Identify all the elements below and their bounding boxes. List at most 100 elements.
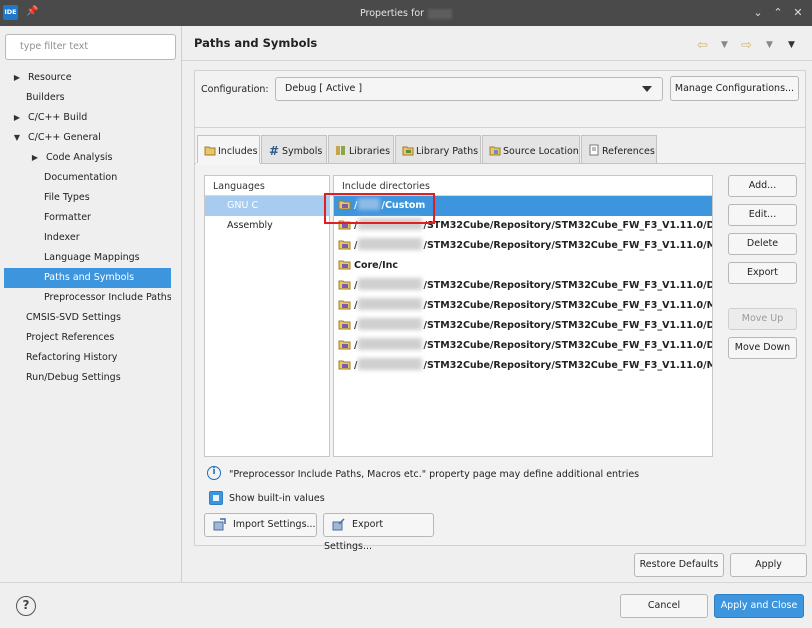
cancel-button[interactable]: Cancel — [620, 594, 708, 618]
help-icon[interactable]: ? — [16, 596, 36, 616]
include-folder-icon — [338, 338, 351, 350]
includes-icon — [204, 144, 216, 156]
include-path: /STM32Cube/Repository/STM32Cube_FW_F3_V1… — [423, 240, 712, 251]
back-icon[interactable]: ⇦ — [697, 38, 708, 53]
property-tree: ▶ Resource Builders ▶ C/C++ Build ▼ C/C++ Gene… — [4, 68, 171, 388]
include-directory-item[interactable]: / /STM32Cube/Repository/STM32Cube_FW_F3_V… — [334, 336, 712, 356]
info-icon: i — [207, 466, 221, 480]
apply-button[interactable]: Apply — [730, 553, 807, 577]
tree-item[interactable]: Refactoring History — [4, 348, 171, 368]
tree-item-label: Formatter — [44, 212, 91, 223]
tree-item-label: Preprocessor Include Paths, M — [44, 292, 171, 303]
tab-library-paths[interactable]: Library Paths — [395, 135, 481, 163]
tree-item-label: Project References — [26, 332, 115, 343]
export-button[interactable]: Export — [728, 262, 797, 284]
window-title-text: Properties for — [359, 8, 425, 19]
forward-icon[interactable]: ⇨ — [741, 38, 752, 53]
include-directory-item[interactable]: / /STM32Cube/Repository/STM32Cube_FW_F3_V… — [334, 356, 712, 376]
tree-item[interactable]: Language Mappings — [4, 248, 171, 268]
references-icon — [588, 144, 600, 156]
tree-item[interactable]: ▶ Code Analysis — [4, 148, 171, 168]
tree-item[interactable]: ▶ C/C++ Build — [4, 108, 171, 128]
apply-and-close-button[interactable]: Apply and Close — [714, 594, 804, 618]
edit-button[interactable]: Edit... — [728, 204, 797, 226]
include-directory-item[interactable]: / /STM32Cube/Repository/STM32Cube_FW_F3_V… — [334, 316, 712, 336]
include-folder-icon — [338, 278, 351, 290]
include-directory-item[interactable]: / /STM32Cube/Repository/STM32Cube_FW_F3_V… — [334, 296, 712, 316]
info-text: "Preprocessor Include Paths, Macros etc.… — [229, 469, 640, 480]
close-icon[interactable]: ✕ — [791, 6, 805, 19]
header-divider — [182, 60, 812, 61]
tree-item-label: Code Analysis — [46, 152, 113, 163]
manage-configurations-button[interactable]: Manage Configurations... — [670, 76, 799, 101]
tab-symbols[interactable]: # Symbols — [261, 135, 327, 163]
show-built-in-checkbox[interactable] — [209, 491, 223, 505]
dropdown-arrow-icon — [642, 86, 652, 92]
redacted-path-segment — [358, 338, 423, 350]
tree-item[interactable]: Preprocessor Include Paths, M — [4, 288, 171, 308]
tree-item[interactable]: ▼ C/C++ General — [4, 128, 171, 148]
svg-text:#: # — [269, 144, 279, 156]
view-menu-icon[interactable]: ▼ — [788, 40, 795, 50]
active-tab-joiner — [196, 163, 260, 165]
chevron-down-icon[interactable]: ▼ — [12, 128, 22, 148]
tree-item[interactable]: Builders — [4, 88, 171, 108]
tree-item-label: Language Mappings — [44, 252, 140, 263]
languages-header: Languages — [205, 176, 329, 196]
tab-label: References — [602, 146, 655, 157]
delete-button[interactable]: Delete — [728, 233, 797, 255]
import-icon — [213, 518, 227, 531]
tab-label: Library Paths — [416, 146, 479, 157]
tree-item-label: File Types — [44, 192, 90, 203]
tree-item[interactable]: Run/Debug Settings — [4, 368, 171, 388]
tab-references[interactable]: References — [581, 135, 657, 163]
language-item[interactable]: Assembly — [205, 216, 329, 236]
configuration-select[interactable]: Debug [ Active ] — [275, 77, 663, 101]
add-button[interactable]: Add... — [728, 175, 797, 197]
include-directory-item[interactable]: Core/Inc — [334, 256, 712, 276]
tree-item[interactable]: Paths and Symbols — [4, 268, 171, 288]
tree-item[interactable]: ▶ Resource — [4, 68, 171, 88]
redacted-path-segment — [358, 238, 423, 250]
move-down-button[interactable]: Move Down — [728, 337, 797, 359]
tree-item[interactable]: Documentation — [4, 168, 171, 188]
restore-icon[interactable]: ⌃ — [771, 6, 785, 19]
filter-input[interactable]: type filter text — [5, 34, 176, 60]
include-path: /STM32Cube/Repository/STM32Cube_FW_F3_V1… — [423, 360, 712, 371]
tab-libraries[interactable]: Libraries — [328, 135, 394, 163]
forward-menu-icon[interactable]: ▼ — [766, 40, 773, 50]
languages-list: Languages GNU C Assembly — [204, 175, 330, 457]
tree-item-label: Run/Debug Settings — [26, 372, 121, 383]
source-location-icon — [489, 144, 501, 156]
redacted-path-segment — [358, 318, 423, 330]
chevron-right-icon[interactable]: ▶ — [12, 68, 22, 88]
include-folder-icon — [338, 298, 351, 310]
include-path-prefix: / — [354, 360, 358, 371]
restore-defaults-button[interactable]: Restore Defaults — [634, 553, 724, 577]
chevron-right-icon[interactable]: ▶ — [30, 148, 40, 168]
library-paths-icon — [402, 144, 414, 156]
include-directory-item[interactable]: / /STM32Cube/Repository/STM32Cube_FW_F3_V… — [334, 236, 712, 256]
libraries-icon — [335, 144, 347, 156]
tree-item[interactable]: Formatter — [4, 208, 171, 228]
language-item[interactable]: GNU C — [205, 196, 329, 216]
tab-source-location[interactable]: Source Location — [482, 135, 580, 163]
tree-item[interactable]: Indexer — [4, 228, 171, 248]
tab-divider — [195, 163, 805, 164]
tab-includes[interactable]: Includes — [197, 135, 260, 164]
export-settings-button[interactable]: Export Settings... — [323, 513, 434, 552]
tab-label: Libraries — [349, 146, 391, 157]
chevron-down-icon[interactable]: ⌄ — [751, 6, 765, 19]
tree-item[interactable]: File Types — [4, 188, 171, 208]
tree-item[interactable]: Project References — [4, 328, 171, 348]
tree-item[interactable]: CMSIS-SVD Settings — [4, 308, 171, 328]
tree-item-label: Paths and Symbols — [44, 272, 135, 283]
back-menu-icon[interactable]: ▼ — [721, 40, 728, 50]
chevron-right-icon[interactable]: ▶ — [12, 108, 22, 128]
include-directory-item[interactable]: / /STM32Cube/Repository/STM32Cube_FW_F3_V… — [334, 276, 712, 296]
redacted-path-segment — [358, 278, 423, 290]
move-up-button[interactable]: Move Up — [728, 308, 797, 330]
tree-item-label: Builders — [26, 92, 65, 103]
import-settings-button[interactable]: Import Settings... — [204, 513, 317, 537]
include-path: Core/Inc — [354, 260, 399, 271]
